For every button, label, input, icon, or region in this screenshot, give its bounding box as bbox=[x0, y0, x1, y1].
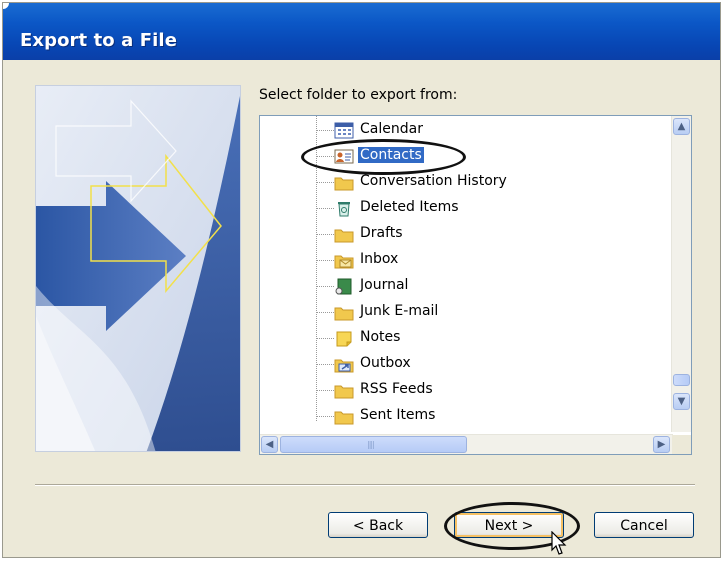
window-title: Export to a File bbox=[20, 30, 177, 51]
horizontal-scrollbar[interactable]: ◀ |||| ▶ bbox=[260, 434, 673, 454]
scroll-up-button[interactable]: ▲ bbox=[673, 118, 690, 135]
folder-icon bbox=[334, 307, 354, 321]
folder-label: Inbox bbox=[360, 251, 399, 267]
folder-label: Conversation History bbox=[360, 173, 507, 189]
next-button[interactable]: Next > bbox=[454, 512, 564, 538]
grip-icon: |||| bbox=[367, 440, 375, 449]
inbox-icon bbox=[334, 255, 354, 269]
arrow-down-icon: ▼ bbox=[677, 396, 686, 407]
calendar-icon bbox=[334, 122, 354, 139]
folder-label: Sent Items bbox=[360, 407, 436, 423]
folder-label: Junk E-mail bbox=[360, 303, 439, 319]
title-bar[interactable]: Export to a File bbox=[3, 3, 720, 60]
folder-tree[interactable]: Calendar Contacts Conversation History D… bbox=[259, 115, 692, 455]
folder-icon bbox=[334, 177, 354, 191]
folder-label: Calendar bbox=[360, 121, 423, 137]
arrow-right-icon: ▶ bbox=[657, 439, 666, 450]
folder-label: Notes bbox=[360, 329, 401, 345]
back-button[interactable]: < Back bbox=[328, 512, 428, 538]
wizard-side-image bbox=[35, 85, 241, 452]
journal-icon bbox=[335, 278, 352, 295]
mouse-cursor-icon bbox=[551, 531, 567, 555]
folder-label: Journal bbox=[360, 277, 409, 293]
horizontal-scroll-thumb[interactable]: |||| bbox=[280, 436, 467, 453]
deleted-items-icon bbox=[338, 202, 350, 217]
arrow-up-icon: ▲ bbox=[677, 121, 686, 132]
outbox-icon bbox=[334, 359, 354, 373]
cancel-button[interactable]: Cancel bbox=[594, 512, 694, 538]
folder-icon bbox=[334, 385, 354, 399]
scroll-down-button[interactable]: ▼ bbox=[673, 393, 690, 410]
folder-label: Drafts bbox=[360, 225, 403, 241]
folder-icon bbox=[334, 411, 354, 425]
tree-connector-line bbox=[316, 116, 317, 421]
prompt-label: Select folder to export from: bbox=[259, 87, 458, 103]
folder-label: Deleted Items bbox=[360, 199, 459, 215]
folder-label: Outbox bbox=[360, 355, 411, 371]
notes-icon bbox=[336, 331, 352, 347]
scroll-right-button[interactable]: ▶ bbox=[653, 436, 670, 453]
arrow-left-icon: ◀ bbox=[265, 439, 274, 450]
vertical-scroll-thumb[interactable] bbox=[673, 374, 690, 386]
export-dialog: Export to a File Select folder to export… bbox=[2, 2, 721, 558]
folder-label: Contacts bbox=[358, 147, 424, 163]
scrollbar-corner bbox=[672, 435, 691, 454]
folder-icon bbox=[334, 229, 354, 243]
scroll-left-button[interactable]: ◀ bbox=[261, 436, 278, 453]
separator bbox=[35, 484, 695, 486]
folder-label: RSS Feeds bbox=[360, 381, 433, 397]
vertical-scrollbar[interactable]: ▲ ▼ bbox=[671, 116, 691, 432]
contacts-icon bbox=[334, 149, 354, 164]
